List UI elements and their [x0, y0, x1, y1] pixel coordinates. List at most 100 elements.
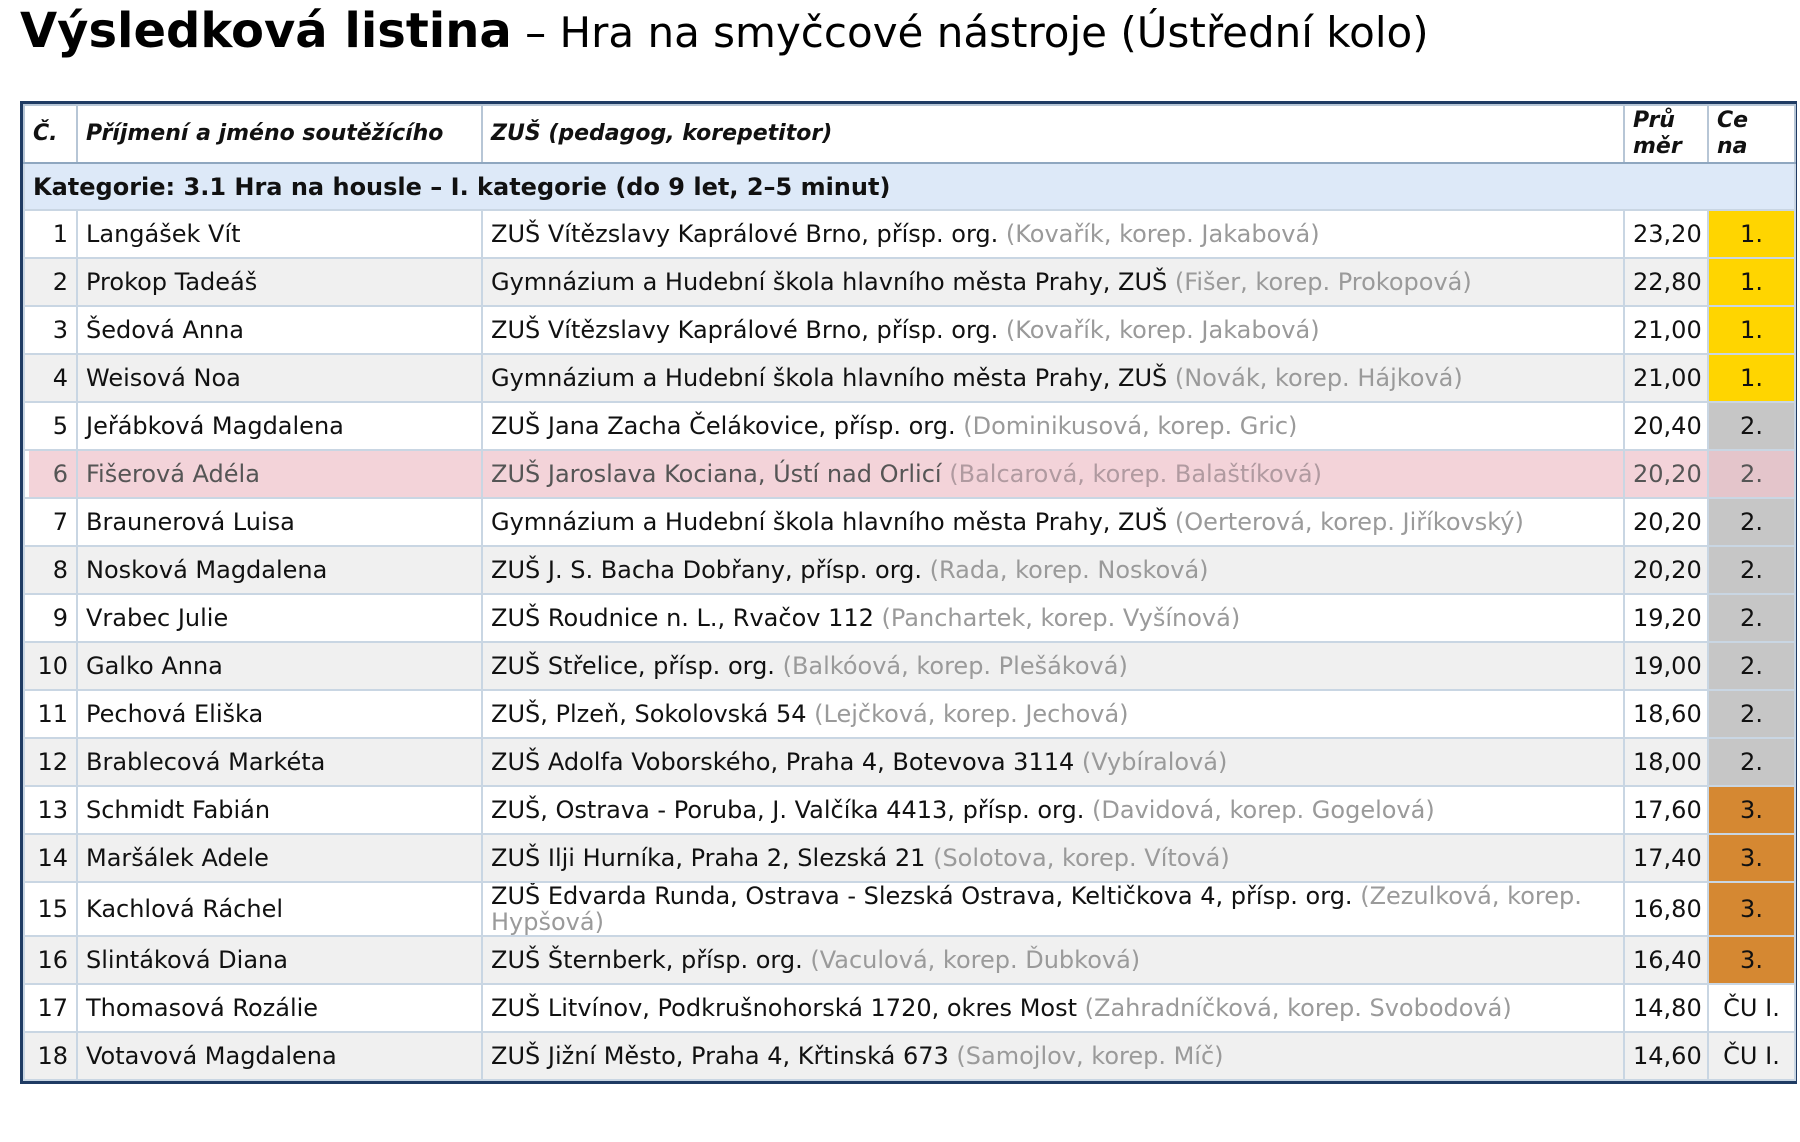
- average-score: 17,60: [1623, 785, 1709, 835]
- school-cell: ZUŠ Vítězslavy Kaprálové Brno, přísp. or…: [481, 305, 1625, 355]
- prize-badge: 3.: [1707, 935, 1796, 985]
- row-number: 14: [23, 833, 78, 883]
- contestant-name: Kachlová Ráchel: [76, 881, 483, 937]
- average-score: 22,80: [1623, 257, 1709, 307]
- school-name: ZUŠ Jaroslava Kociana, Ústí nad Orlicí: [491, 460, 942, 488]
- row-number: 18: [23, 1031, 78, 1081]
- school-cell: ZUŠ J. S. Bacha Dobřany, přísp. org. (Ra…: [481, 545, 1625, 595]
- contestant-name: Slintáková Diana: [76, 935, 483, 985]
- header-number: Č.: [23, 104, 78, 164]
- school-cell: ZUŠ, Ostrava - Poruba, J. Valčíka 4413, …: [481, 785, 1625, 835]
- header-name: Příjmení a jméno soutěžícího: [76, 104, 483, 164]
- row-number: 6: [23, 449, 78, 499]
- school-cell: ZUŠ Litvínov, Podkrušnohorská 1720, okre…: [481, 983, 1625, 1033]
- row-number: 2: [23, 257, 78, 307]
- prize-badge: 2.: [1707, 401, 1796, 451]
- contestant-name: Pechová Eliška: [76, 689, 483, 739]
- teacher-names: (Dominikusová, korep. Gric): [963, 412, 1298, 440]
- table-row: 3 Šedová Anna ZUŠ Vítězslavy Kaprálové Brn…: [23, 305, 1796, 355]
- results-table: Č. Příjmení a jméno soutěžícího ZUŠ (ped…: [23, 104, 1796, 1081]
- prize-badge: 2.: [1707, 641, 1796, 691]
- table-row: 17 Thomasová Rozálie ZUŠ Litvínov, Podkruš…: [23, 983, 1796, 1033]
- contestant-name: Thomasová Rozálie: [76, 983, 483, 1033]
- average-score: 21,00: [1623, 353, 1709, 403]
- teacher-names: (Zahradníčková, korep. Svobodová): [1084, 994, 1512, 1022]
- row-number: 10: [23, 641, 78, 691]
- school-name: ZUŠ Roudnice n. L., Rvačov 112: [491, 604, 874, 632]
- school-name: ZUŠ Ilji Hurníka, Praha 2, Slezská 21: [491, 844, 926, 872]
- row-number: 12: [23, 737, 78, 787]
- row-number: 13: [23, 785, 78, 835]
- prize-badge: 2.: [1707, 545, 1796, 595]
- teacher-names: (Panchartek, korep. Vyšínová): [881, 604, 1241, 632]
- table-row: 9 Vrabec Julie ZUŠ Roudnice n. L., Rvačov …: [23, 593, 1796, 643]
- header-prize: Ce na: [1707, 104, 1796, 164]
- teacher-names: (Oerterová, korep. Jiříkovský): [1174, 508, 1524, 536]
- school-cell: ZUŠ, Plzeň, Sokolovská 54 (Lejčková, kor…: [481, 689, 1625, 739]
- results-table-container: Č. Příjmení a jméno soutěžícího ZUŠ (ped…: [20, 101, 1797, 1084]
- average-score: 17,40: [1623, 833, 1709, 883]
- row-number: 5: [23, 401, 78, 451]
- page-title-main: Výsledková listina: [20, 3, 512, 59]
- school-cell: ZUŠ Jaroslava Kociana, Ústí nad Orlicí (…: [481, 449, 1625, 499]
- prize-badge: 2.: [1707, 593, 1796, 643]
- table-row: 7 Braunerová Luisa Gymnázium a Hudební ško…: [23, 497, 1796, 547]
- table-row: 16 Slintáková Diana ZUŠ Šternberk, přísp. …: [23, 935, 1796, 985]
- table-header-row: Č. Příjmení a jméno soutěžícího ZUŠ (ped…: [23, 104, 1796, 164]
- table-row: 5 Jeřábková Magdalena ZUŠ Jana Zacha Čelák…: [23, 401, 1796, 451]
- row-number: 8: [23, 545, 78, 595]
- school-cell: ZUŠ Jana Zacha Čelákovice, přísp. org. (…: [481, 401, 1625, 451]
- contestant-name: Prokop Tadeáš: [76, 257, 483, 307]
- average-score: 21,00: [1623, 305, 1709, 355]
- teacher-names: (Davidová, korep. Gogelová): [1091, 796, 1435, 824]
- row-number: 1: [23, 209, 78, 259]
- table-row: 10 Galko Anna ZUŠ Střelice, přísp. org. (B…: [23, 641, 1796, 691]
- category-label: Kategorie: 3.1 Hra na housle – I. katego…: [23, 162, 1796, 211]
- school-name: ZUŠ Edvarda Runda, Ostrava - Slezská Ost…: [491, 882, 1353, 910]
- table-row: 1 Langášek Vít ZUŠ Vítězslavy Kaprálové Br…: [23, 209, 1796, 259]
- table-row: 4 Weisová Noa Gymnázium a Hudební škola hl…: [23, 353, 1796, 403]
- contestant-name: Brablecová Markéta: [76, 737, 483, 787]
- average-score: 23,20: [1623, 209, 1709, 259]
- average-score: 14,80: [1623, 983, 1709, 1033]
- teacher-names: (Rada, korep. Nosková): [929, 556, 1209, 584]
- prize-badge: ČU I.: [1707, 983, 1796, 1033]
- table-row: 13 Schmidt Fabián ZUŠ, Ostrava - Poruba, J…: [23, 785, 1796, 835]
- row-number: 17: [23, 983, 78, 1033]
- teacher-names: (Vaculová, korep. Ďubková): [810, 946, 1141, 974]
- school-cell: ZUŠ Adolfa Voborského, Praha 4, Botevova…: [481, 737, 1625, 787]
- contestant-name: Jeřábková Magdalena: [76, 401, 483, 451]
- prize-badge: 1.: [1707, 353, 1796, 403]
- school-cell: ZUŠ Edvarda Runda, Ostrava - Slezská Ost…: [481, 881, 1625, 937]
- header-school: ZUŠ (pedagog, korepetitor): [481, 104, 1625, 164]
- page-title-subtitle: – Hra na smyčcové nástroje (Ústřední kol…: [511, 8, 1429, 57]
- contestant-name: Weisová Noa: [76, 353, 483, 403]
- row-number: 3: [23, 305, 78, 355]
- table-row: 14 Maršálek Adele ZUŠ Ilji Hurníka, Praha …: [23, 833, 1796, 883]
- table-row: 6 Fišerová Adéla ZUŠ Jaroslava Kociana, Ús…: [23, 449, 1796, 499]
- contestant-name: Galko Anna: [76, 641, 483, 691]
- average-score: 20,20: [1623, 449, 1709, 499]
- teacher-names: (Kovařík, korep. Jakabová): [1005, 220, 1320, 248]
- teacher-names: (Fišer, korep. Prokopová): [1174, 268, 1472, 296]
- prize-badge: 2.: [1707, 449, 1796, 499]
- average-score: 14,60: [1623, 1031, 1709, 1081]
- school-name: ZUŠ Střelice, přísp. org.: [491, 652, 775, 680]
- category-row: Kategorie: 3.1 Hra na housle – I. katego…: [23, 162, 1796, 211]
- school-name: ZUŠ Jana Zacha Čelákovice, přísp. org.: [491, 412, 956, 440]
- contestant-name: Langášek Vít: [76, 209, 483, 259]
- average-score: 20,20: [1623, 545, 1709, 595]
- teacher-names: (Vybíralová): [1081, 748, 1228, 776]
- prize-badge: 3.: [1707, 785, 1796, 835]
- prize-badge: 1.: [1707, 209, 1796, 259]
- row-number: 11: [23, 689, 78, 739]
- average-score: 18,60: [1623, 689, 1709, 739]
- school-name: ZUŠ Adolfa Voborského, Praha 4, Botevova…: [491, 748, 1075, 776]
- school-cell: Gymnázium a Hudební škola hlavního města…: [481, 497, 1625, 547]
- table-row: 12 Brablecová Markéta ZUŠ Adolfa Voborskéh…: [23, 737, 1796, 787]
- row-number: 16: [23, 935, 78, 985]
- header-average: Prů měr: [1623, 104, 1709, 164]
- average-score: 20,40: [1623, 401, 1709, 451]
- contestant-name: Nosková Magdalena: [76, 545, 483, 595]
- prize-badge: 2.: [1707, 497, 1796, 547]
